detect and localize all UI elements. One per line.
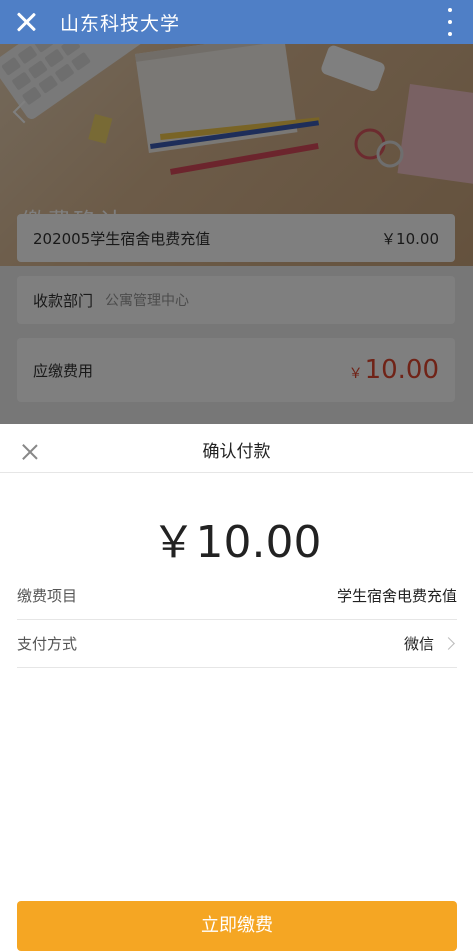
- payment-method-value: 微信: [403, 635, 434, 653]
- payment-amount: ￥10.00: [151, 517, 322, 568]
- payment-item-value: 学生宿舍电费充值: [336, 587, 457, 605]
- payment-method-row[interactable]: 支付方式 微信: [17, 620, 457, 668]
- chevron-right-icon: [442, 637, 455, 650]
- payment-item-label: 缴费项目: [17, 587, 78, 605]
- payment-method-value-wrap: 微信: [404, 633, 457, 654]
- modal-overlay[interactable]: [0, 44, 473, 424]
- payment-sheet: 确认付款 ￥10.00 缴费项目 学生宿舍电费充值 支付方式 微信 立即缴费: [0, 424, 473, 951]
- payment-item-row: 缴费项目 学生宿舍电费充值: [17, 572, 457, 620]
- more-vert-icon[interactable]: [447, 8, 453, 36]
- app-bar: 山东科技大学: [0, 0, 473, 44]
- pay-now-button[interactable]: 立即缴费: [17, 901, 457, 951]
- payment-method-label: 支付方式: [17, 635, 78, 653]
- app-title: 山东科技大学: [60, 12, 181, 35]
- close-icon[interactable]: [14, 10, 38, 34]
- sheet-header: 确认付款: [0, 424, 473, 473]
- sheet-title: 确认付款: [202, 442, 271, 462]
